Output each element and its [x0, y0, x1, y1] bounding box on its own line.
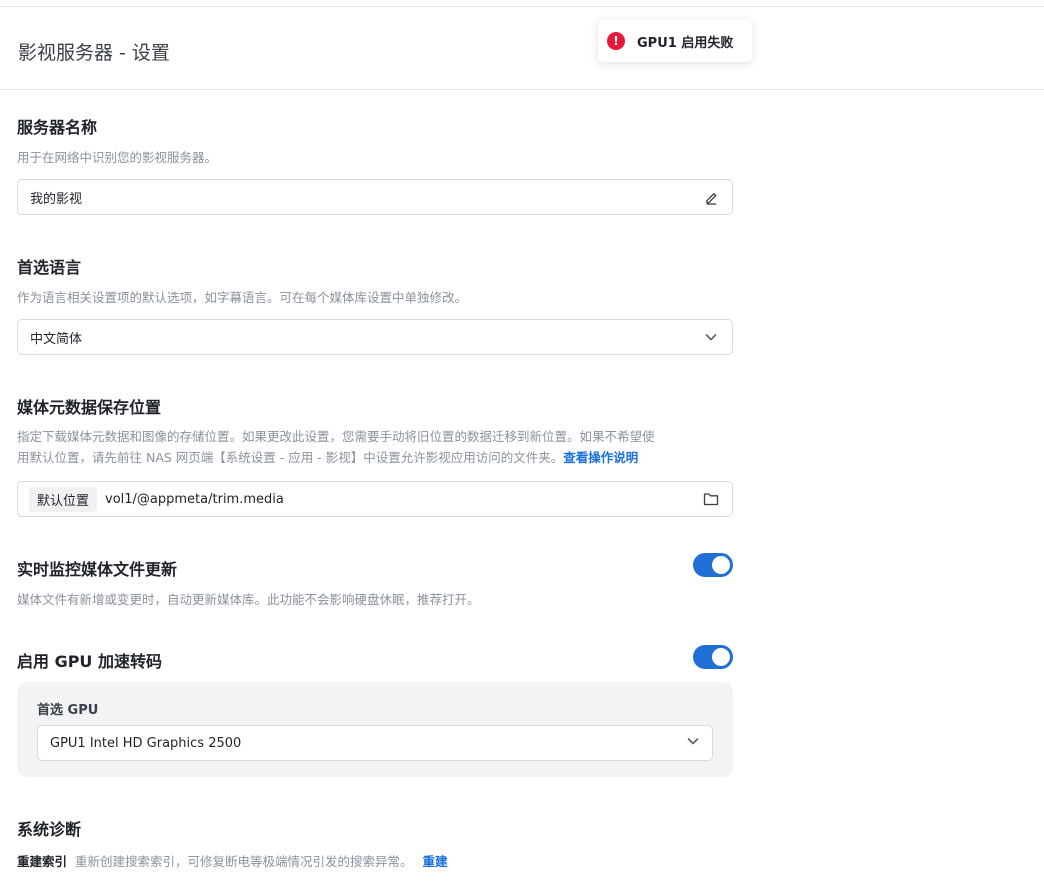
- error-toast: ! GPU1 启用失败: [598, 20, 752, 62]
- language-value: 中文简体: [30, 331, 83, 347]
- error-icon: !: [607, 32, 625, 50]
- server-name-field[interactable]: 我的影视: [17, 179, 733, 215]
- metadata-path-value: vol1/@appmeta/trim.media: [105, 491, 284, 507]
- gpu-panel: 首选 GPU GPU1 Intel HD Graphics 2500: [17, 682, 733, 777]
- toast-message: GPU1 启用失败: [637, 35, 734, 51]
- metadata-desc-line2: 用默认位置，请先前往 NAS 网页端【系统设置 - 应用 - 影视】中设置允许影…: [17, 447, 638, 468]
- language-title: 首选语言: [17, 258, 82, 277]
- gpu-select[interactable]: GPU1 Intel HD Graphics 2500: [37, 725, 713, 761]
- rebuild-index-desc: 重新创建搜索索引，可修复断电等极端情况引发的搜索异常。: [75, 854, 413, 869]
- server-name-desc: 用于在网络中识别您的影视服务器。: [17, 150, 218, 165]
- default-location-tag: 默认位置: [29, 486, 98, 512]
- view-instructions-link[interactable]: 查看操作说明: [563, 450, 638, 465]
- folder-icon[interactable]: [702, 490, 720, 508]
- server-name-value[interactable]: 我的影视: [30, 188, 702, 207]
- metadata-desc-line1: 指定下载媒体元数据和图像的存储位置。如果更改此设置，您需要手动将旧位置的数据迁移…: [17, 429, 655, 444]
- monitor-title: 实时监控媒体文件更新: [17, 560, 178, 579]
- metadata-title: 媒体元数据保存位置: [17, 398, 162, 417]
- server-name-title: 服务器名称: [17, 118, 98, 137]
- monitor-toggle[interactable]: [693, 553, 733, 577]
- monitor-desc: 媒体文件有新增或变更时，自动更新媒体库。此功能不会影响硬盘休眠，推荐打开。: [17, 592, 480, 607]
- edit-icon[interactable]: [702, 188, 720, 206]
- page-title: 影视服务器 - 设置: [18, 42, 170, 64]
- chevron-down-icon[interactable]: [686, 734, 700, 752]
- rebuild-button[interactable]: 重建: [423, 851, 448, 870]
- gpu-toggle[interactable]: [693, 645, 733, 669]
- gpu-value: GPU1 Intel HD Graphics 2500: [50, 735, 242, 751]
- page-header: 影视服务器 - 设置: [0, 7, 1044, 90]
- diagnostics-title: 系统诊断: [17, 820, 82, 839]
- metadata-desc-text: 用默认位置，请先前往 NAS 网页端【系统设置 - 应用 - 影视】中设置允许影…: [17, 450, 564, 465]
- chevron-down-icon[interactable]: [702, 328, 720, 346]
- rebuild-index-row: 重建索引 重新创建搜索索引，可修复断电等极端情况引发的搜索异常。 重建: [17, 851, 448, 870]
- metadata-path-field[interactable]: 默认位置 vol1/@appmeta/trim.media: [17, 481, 733, 517]
- gpu-title: 启用 GPU 加速转码: [17, 652, 162, 671]
- language-desc: 作为语言相关设置项的默认选项，如字幕语言。可在每个媒体库设置中单独修改。: [17, 290, 468, 305]
- preferred-gpu-label: 首选 GPU: [37, 703, 99, 718]
- language-select[interactable]: 中文简体: [17, 319, 733, 355]
- rebuild-index-label: 重建索引: [17, 854, 68, 869]
